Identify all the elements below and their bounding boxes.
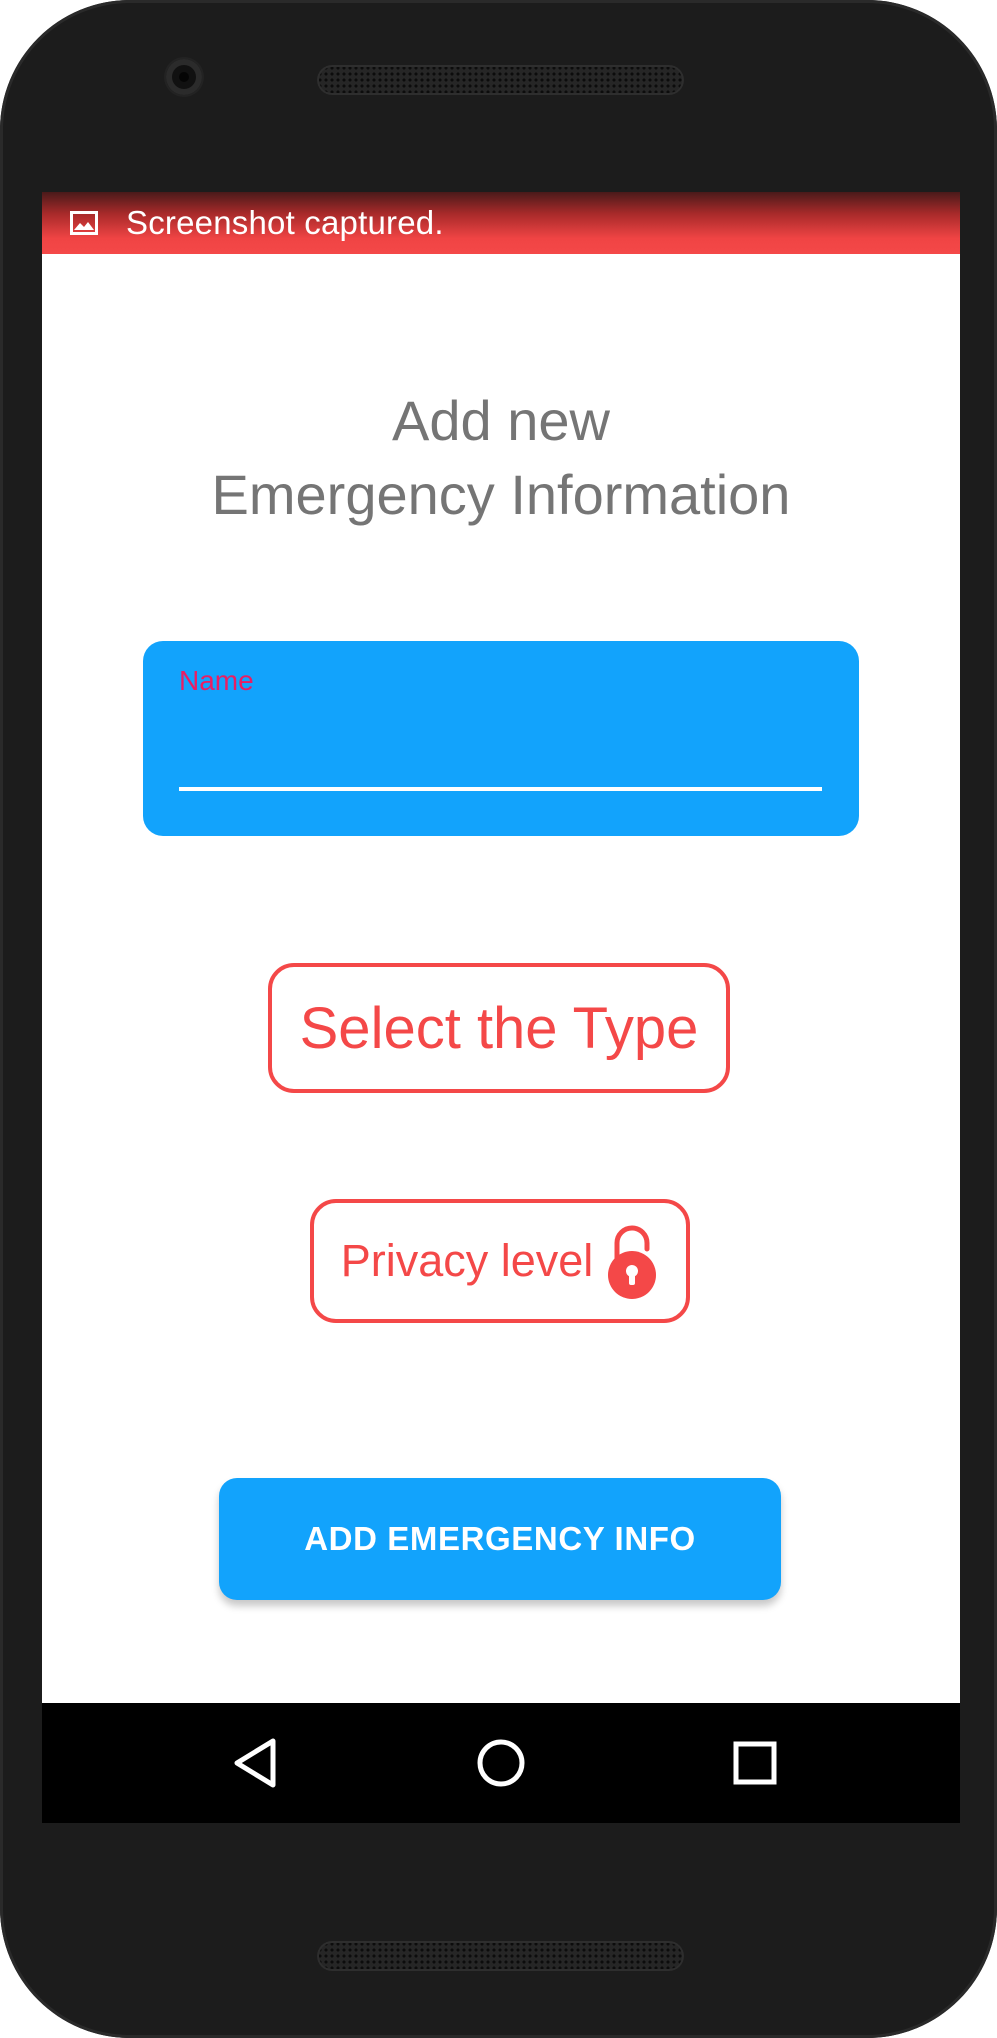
recents-square-icon[interactable] bbox=[723, 1731, 787, 1795]
home-circle-icon[interactable] bbox=[469, 1731, 533, 1795]
page-title-line1: Add new bbox=[392, 389, 610, 452]
unlock-icon bbox=[605, 1223, 659, 1299]
phone-frame: Screenshot captured. Add new Emergency I… bbox=[0, 0, 997, 2038]
form-content: Add new Emergency Information Name Selec… bbox=[42, 254, 960, 1640]
privacy-level-label: Privacy level bbox=[340, 1235, 594, 1286]
name-field-underline bbox=[179, 787, 822, 791]
add-emergency-info-button[interactable]: ADD EMERGENCY INFO bbox=[219, 1478, 781, 1600]
front-camera bbox=[166, 59, 202, 95]
navigation-bar bbox=[42, 1703, 960, 1823]
name-field[interactable]: Name bbox=[143, 641, 859, 836]
page-title: Add new Emergency Information bbox=[42, 384, 960, 532]
name-input[interactable] bbox=[179, 703, 822, 783]
back-triangle-icon[interactable] bbox=[223, 1731, 287, 1795]
screen: Screenshot captured. Add new Emergency I… bbox=[42, 192, 960, 1823]
name-field-label: Name bbox=[179, 665, 254, 696]
image-icon bbox=[70, 211, 98, 235]
page-title-line2: Emergency Information bbox=[211, 463, 791, 526]
bottom-speaker bbox=[317, 1941, 684, 1971]
privacy-level-button[interactable]: Privacy level bbox=[310, 1199, 690, 1323]
status-bar: Screenshot captured. bbox=[42, 192, 960, 254]
earpiece-speaker bbox=[317, 65, 684, 95]
select-type-button[interactable]: Select the Type bbox=[268, 963, 730, 1093]
status-notification-text: Screenshot captured. bbox=[126, 204, 444, 241]
